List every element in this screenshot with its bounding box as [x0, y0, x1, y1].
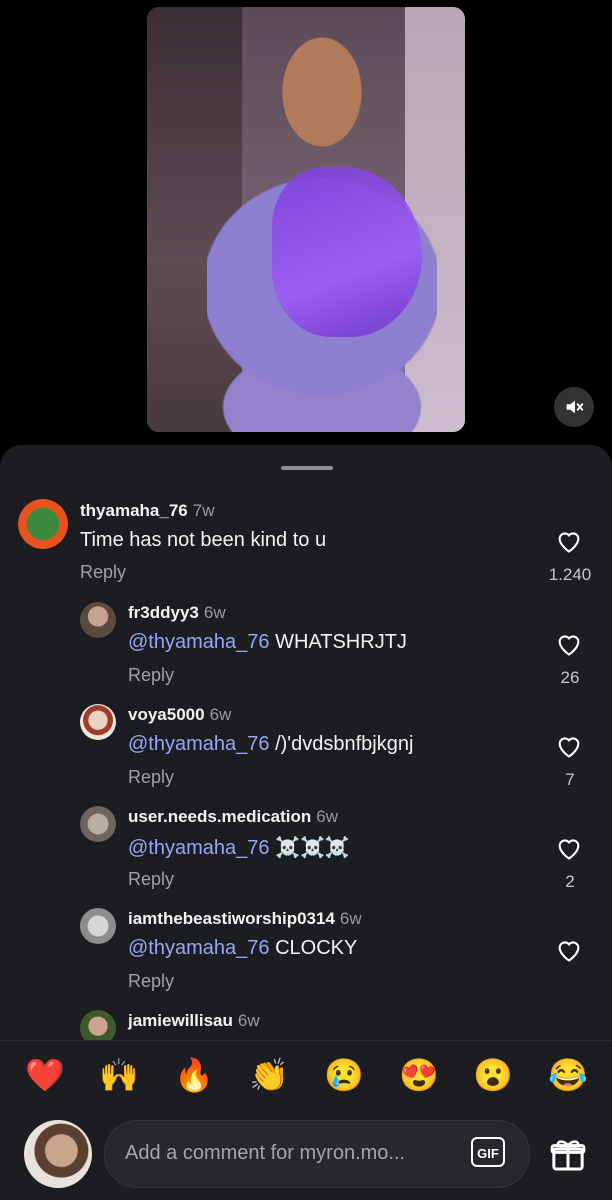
sheet-drag-handle[interactable] [281, 466, 333, 470]
heart-icon[interactable] [555, 937, 583, 963]
mention-link[interactable]: @thyamaha_76 [128, 837, 270, 859]
comment-username[interactable]: voya5000 6w [128, 705, 231, 725]
avatar[interactable] [80, 602, 116, 638]
reaction-laughing[interactable]: 😂 [546, 1053, 590, 1097]
gift-icon[interactable] [548, 1134, 588, 1174]
comment-time: 6w [237, 1011, 260, 1030]
username-text: jamiewillisau [128, 1011, 233, 1030]
comment-list[interactable]: thyamaha_76 7w Time has not been kind to … [0, 495, 612, 1040]
mention-link[interactable]: @thyamaha_76 [128, 937, 270, 959]
gif-button[interactable]: GIF [471, 1137, 505, 1167]
comment-composer: Add a comment for myron.mo... GIF [0, 1120, 612, 1200]
comment-text: Time has not been kind to u [80, 529, 327, 551]
comment-body: /)'dvdsbnfbjkgnj [269, 733, 414, 755]
mute-button[interactable] [554, 387, 594, 427]
reply-button[interactable]: Reply [128, 665, 174, 686]
comment-username[interactable]: user.needs.medication 6w [128, 807, 338, 827]
avatar[interactable] [18, 499, 68, 549]
reply-button[interactable]: Reply [128, 869, 174, 890]
like-count: 26 [560, 668, 580, 687]
reply-button[interactable]: Reply [80, 562, 126, 583]
mention-link[interactable]: @thyamaha_76 [128, 631, 270, 653]
comment-time: 6w [339, 909, 362, 928]
speaker-muted-icon [566, 400, 584, 414]
comment-time: 6w [209, 705, 232, 724]
comment-time: 6w [203, 603, 226, 622]
reaction-heart-eyes[interactable]: 😍 [397, 1053, 441, 1097]
username-text: iamthebeastiworship0314 [128, 909, 335, 928]
avatar[interactable] [80, 1010, 116, 1040]
comment-text: @thyamaha_76 WHATSHRJTJ [128, 631, 407, 654]
reaction-raised-hands[interactable]: 🙌 [97, 1053, 141, 1097]
avatar[interactable] [80, 908, 116, 944]
comment-username[interactable]: thyamaha_76 7w [80, 501, 214, 521]
comment-text: @thyamaha_76 /)'dvdsbnfbjkgnj [128, 733, 413, 756]
like-count: 7 [565, 770, 575, 789]
heart-icon[interactable] [555, 835, 583, 861]
comment-text: @thyamaha_76 ☠️☠️☠️ [128, 835, 350, 860]
heart-icon[interactable] [555, 631, 583, 657]
like-count: 2 [565, 872, 575, 891]
comment-body: CLOCKY [269, 937, 358, 959]
avatar[interactable] [80, 704, 116, 740]
heart-icon[interactable] [555, 733, 583, 759]
reaction-surprised[interactable]: 😮 [471, 1053, 515, 1097]
username-text: thyamaha_76 [80, 501, 188, 520]
comment-text: @thyamaha_76 CLOCKY [128, 937, 357, 960]
comment-input[interactable]: Add a comment for myron.mo... GIF [104, 1120, 530, 1188]
username-text: voya5000 [128, 705, 205, 724]
comment-body: ☠️☠️☠️ [269, 837, 350, 859]
comment-time: 7w [192, 501, 215, 520]
quick-reactions-bar: ❤️ 🙌 🔥 👏 😢 😍 😮 😂 [0, 1040, 612, 1121]
reaction-heart[interactable]: ❤️ [23, 1053, 67, 1097]
video-player[interactable] [147, 7, 465, 432]
avatar[interactable] [80, 806, 116, 842]
heart-icon[interactable] [555, 528, 583, 554]
username-text: fr3ddyy3 [128, 603, 199, 622]
reaction-clap[interactable]: 👏 [247, 1053, 291, 1097]
mention-link[interactable]: @thyamaha_76 [128, 733, 270, 755]
comment-time: 6w [316, 807, 339, 826]
reply-button[interactable]: Reply [128, 767, 174, 788]
comment-input-placeholder: Add a comment for myron.mo... [125, 1142, 406, 1164]
reaction-fire[interactable]: 🔥 [172, 1053, 216, 1097]
comment-username[interactable]: jamiewillisau 6w [128, 1011, 260, 1031]
username-text: user.needs.medication [128, 807, 312, 826]
reply-button[interactable]: Reply [128, 971, 174, 992]
my-avatar [24, 1120, 92, 1188]
comment-body: WHATSHRJTJ [269, 631, 407, 653]
comments-sheet: thyamaha_76 7w Time has not been kind to … [0, 445, 612, 1200]
reaction-crying[interactable]: 😢 [322, 1053, 366, 1097]
like-count: 1.240 [548, 565, 592, 584]
comment-username[interactable]: fr3ddyy3 6w [128, 603, 226, 623]
comment-username[interactable]: iamthebeastiworship0314 6w [128, 909, 362, 929]
video-area [0, 0, 612, 455]
